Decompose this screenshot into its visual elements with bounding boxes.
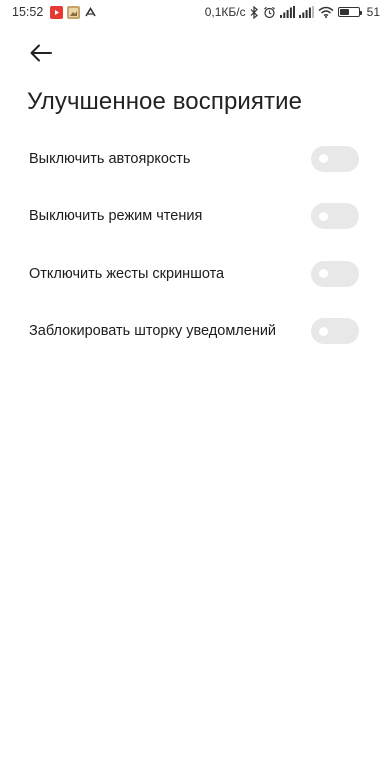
arrow-left-icon xyxy=(30,44,52,62)
setting-label: Отключить жесты скриншота xyxy=(29,265,225,282)
auto-brightness-toggle[interactable] xyxy=(311,145,359,172)
setting-disable-reading-mode[interactable]: Выключить режим чтения xyxy=(0,188,388,246)
setting-label: Выключить режим чтения xyxy=(29,208,203,225)
page-title: Улучшенное восприятие xyxy=(27,88,303,115)
status-bar: 15:52 0,1КБ/с 51 xyxy=(0,0,388,26)
app-a-icon xyxy=(84,6,97,19)
network-speed: 0,1КБ/с xyxy=(204,5,246,19)
setting-disable-screenshot-gestures[interactable]: Отключить жесты скриншота xyxy=(0,245,388,303)
notification-shade-toggle[interactable] xyxy=(311,318,359,345)
notification-icons xyxy=(50,6,97,19)
bluetooth-icon xyxy=(250,5,259,19)
toggle-knob xyxy=(319,326,328,336)
screenshot-gestures-toggle[interactable] xyxy=(311,260,359,287)
status-right-group: 0,1КБ/с 51 xyxy=(205,5,380,19)
setting-label: Выключить автояркость xyxy=(29,150,191,167)
signal-icon xyxy=(279,6,295,18)
youtube-icon xyxy=(50,6,63,19)
settings-list: Выключить автояркость Выключить режим чт… xyxy=(0,130,388,360)
toggle-knob xyxy=(319,154,328,164)
setting-disable-auto-brightness[interactable]: Выключить автояркость xyxy=(0,130,388,188)
wifi-icon xyxy=(318,6,334,18)
reading-mode-toggle[interactable] xyxy=(311,203,359,230)
signal-icon xyxy=(298,6,314,18)
toggle-knob xyxy=(319,269,328,279)
battery-percent: 51 xyxy=(366,5,380,19)
setting-label: Заблокировать шторку уведомлений xyxy=(29,323,277,340)
gallery-icon xyxy=(67,6,80,19)
setting-lock-notification-shade[interactable]: Заблокировать шторку уведомлений xyxy=(0,303,388,361)
toggle-knob xyxy=(319,211,328,221)
back-button[interactable] xyxy=(24,36,58,70)
battery-level-fill xyxy=(339,9,349,15)
status-time: 15:52 xyxy=(12,5,44,19)
battery-icon xyxy=(337,7,362,17)
alarm-icon xyxy=(263,6,276,19)
